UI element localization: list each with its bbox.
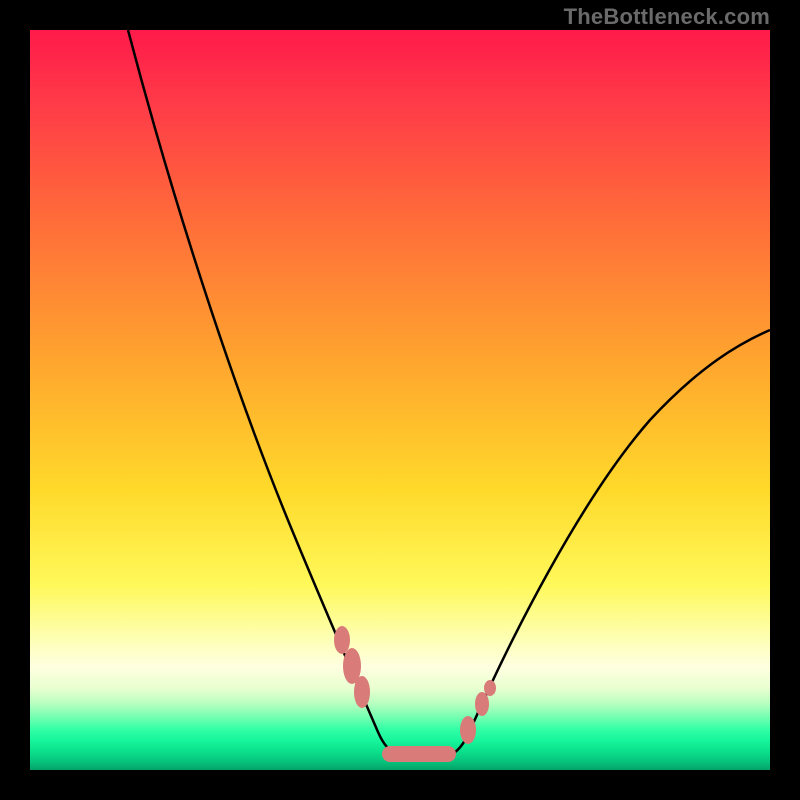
marker-blob [484, 680, 496, 696]
marker-blob [354, 676, 370, 708]
marker-blob [475, 692, 489, 716]
marker-pill [382, 746, 456, 762]
marker-blob [334, 626, 350, 654]
curve-overlay [30, 30, 770, 770]
attribution-label: TheBottleneck.com [564, 4, 770, 30]
right-curve [452, 330, 770, 754]
left-curve [128, 30, 452, 754]
marker-blob [460, 716, 476, 744]
chart-frame [30, 30, 770, 770]
